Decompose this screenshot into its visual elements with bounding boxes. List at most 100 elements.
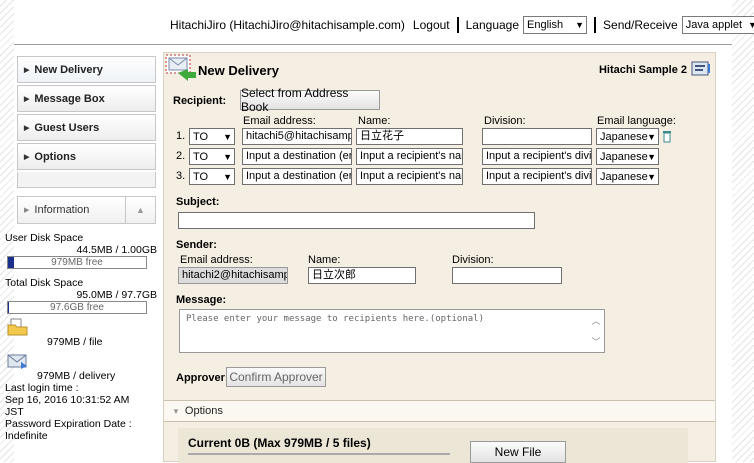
- chevron-down-icon: ▼: [223, 151, 232, 162]
- recipient-name-input[interactable]: 日立花子: [356, 128, 463, 145]
- new-file-button[interactable]: New File: [470, 441, 566, 463]
- scroll-up-icon[interactable]: ︿: [591, 314, 600, 327]
- message-placeholder: Please enter your message to recipients …: [186, 314, 485, 324]
- approver-label: Approver:: [176, 372, 229, 384]
- collapse-up-icon[interactable]: ▲: [125, 197, 155, 223]
- recipient-language-select[interactable]: Japanese ▼: [596, 168, 659, 185]
- sender-name-input[interactable]: 日立次郎: [308, 267, 416, 284]
- recipient-division-input[interactable]: Input a recipient's divi:: [482, 148, 592, 165]
- separator: [594, 17, 597, 33]
- sender-label: Sender:: [176, 239, 217, 251]
- trash-icon[interactable]: [662, 129, 672, 143]
- triangle-right-icon: ▶: [24, 207, 30, 214]
- recipient-email-input[interactable]: Input a destination (er: [242, 168, 352, 185]
- information-header[interactable]: ▶ Information ▲: [17, 196, 156, 224]
- recipient-type-value: TO: [193, 130, 209, 143]
- folder-file-icon: [7, 318, 28, 336]
- recipient-language-select[interactable]: Japanese ▼: [596, 148, 659, 165]
- page-title: New Delivery: [198, 63, 279, 78]
- recipient-name-input[interactable]: Input a recipient's nan: [356, 148, 463, 165]
- language-select[interactable]: English ▼: [523, 16, 588, 34]
- name-column-header: Name:: [358, 115, 391, 127]
- recipient-type-select[interactable]: TO ▼: [189, 128, 235, 145]
- chevron-down-icon: ▼: [748, 20, 754, 30]
- recipient-language-select[interactable]: Japanese ▼: [596, 128, 659, 145]
- sender-email-label: Email address:: [180, 254, 253, 266]
- total-disk-free: 97.6GB free: [50, 302, 104, 313]
- header-divider: [14, 44, 732, 45]
- subject-label: Subject:: [176, 196, 220, 208]
- sidebar-item-label: New Delivery: [34, 63, 103, 76]
- logout-link[interactable]: Logout: [413, 18, 450, 32]
- triangle-right-icon: ▶: [24, 66, 30, 74]
- message-label: Message:: [176, 294, 227, 306]
- select-address-book-button[interactable]: Select from Address Book: [240, 86, 380, 114]
- address-book-icon: [691, 61, 710, 76]
- upload-progress-track: [188, 453, 450, 455]
- message-textarea[interactable]: Please enter your message to recipients …: [179, 309, 605, 353]
- recipient-email-input[interactable]: Input a destination (er: [242, 148, 352, 165]
- confirm-approver-button[interactable]: Confirm Approver: [226, 367, 326, 387]
- user-disk-value: 44.5MB / 1.00GB: [76, 244, 157, 256]
- sender-division-label: Division:: [452, 254, 494, 266]
- user-disk-label: User Disk Space: [5, 232, 84, 244]
- sidebar-spacer: [17, 172, 156, 188]
- sender-division-input[interactable]: [452, 267, 562, 284]
- chevron-down-icon: ▼: [647, 151, 656, 162]
- recipient-email-input[interactable]: hitachi5@hitachisamp: [242, 128, 352, 145]
- recipient-name-input[interactable]: Input a recipient's nan: [356, 168, 463, 185]
- recipient-type-select[interactable]: TO ▼: [189, 168, 235, 185]
- chevron-down-icon: ▼: [223, 171, 232, 182]
- send-receive-select-value: Java applet: [685, 19, 742, 31]
- options-label: Options: [184, 405, 223, 417]
- total-disk-bar: 97.6GB free: [7, 301, 147, 314]
- triangle-right-icon: ▶: [24, 124, 30, 132]
- language-column-header: Email language:: [597, 115, 676, 127]
- right-margin-pattern: [732, 0, 754, 462]
- recipient-division-input[interactable]: [482, 128, 592, 145]
- recipient-type-value: TO: [193, 150, 209, 163]
- language-label: Language: [465, 18, 520, 32]
- recipient-division-input[interactable]: Input a recipient's divi:: [482, 168, 592, 185]
- organization-name: Hitachi Sample 2: [598, 64, 687, 76]
- row-number: 1.: [176, 130, 186, 142]
- password-expiration-value: Indefinite: [5, 430, 48, 442]
- options-toggle[interactable]: ▼ Options: [164, 400, 715, 422]
- textarea-scrollbar[interactable]: ︿ ﹀: [590, 314, 602, 348]
- chevron-down-icon: ▼: [647, 171, 656, 182]
- division-column-header: Division:: [484, 115, 526, 127]
- send-receive-label: Send/Receive: [603, 18, 678, 32]
- sidebar: ▶ New Delivery ▶ Message Box ▶ Guest Use…: [5, 56, 157, 442]
- password-expiration-label: Password Expiration Date :: [5, 418, 132, 430]
- information-panel: User Disk Space 44.5MB / 1.00GB 979MB fr…: [5, 232, 165, 442]
- sidebar-item-guest-users[interactable]: ▶ Guest Users: [17, 114, 156, 141]
- sidebar-item-message-box[interactable]: ▶ Message Box: [17, 85, 156, 112]
- recipient-type-value: TO: [193, 170, 209, 183]
- panel-header: New Delivery Hitachi Sample 2: [164, 53, 715, 85]
- sender-name-label: Name:: [308, 254, 341, 266]
- last-login-label: Last login time :: [5, 382, 79, 394]
- send-receive-select[interactable]: Java applet ▼: [681, 16, 754, 34]
- information-title: ▶ Information: [18, 204, 125, 216]
- current-upload-status: Current 0B (Max 979MB / 5 files): [188, 436, 371, 450]
- per-delivery-limit: 979MB / delivery: [37, 370, 116, 382]
- sender-email-field: hitachi2@hitachisamp: [178, 267, 288, 284]
- envelope-icon: [7, 354, 27, 369]
- triangle-right-icon: ▶: [24, 95, 30, 103]
- user-identity: HitachiJiro (HitachiJiro@hitachisample.c…: [170, 18, 405, 32]
- email-column-header: Email address:: [243, 115, 316, 127]
- chevron-down-icon: ▼: [575, 20, 585, 30]
- sidebar-item-new-delivery[interactable]: ▶ New Delivery: [17, 56, 156, 83]
- total-disk-value: 95.0MB / 97.7GB: [76, 289, 157, 301]
- sidebar-item-label: Options: [34, 150, 76, 163]
- new-delivery-envelope-icon: [165, 54, 196, 81]
- subject-input[interactable]: [178, 212, 535, 229]
- file-upload-area: Current 0B (Max 979MB / 5 files) New Fil…: [178, 428, 688, 463]
- total-disk-label: Total Disk Space: [5, 277, 84, 289]
- new-delivery-panel: New Delivery Hitachi Sample 2 Recipient:…: [163, 52, 716, 463]
- triangle-down-icon: ▼: [172, 406, 180, 416]
- separator: [456, 17, 459, 33]
- recipient-type-select[interactable]: TO ▼: [189, 148, 235, 165]
- scroll-down-icon[interactable]: ﹀: [591, 335, 600, 348]
- sidebar-item-options[interactable]: ▶ Options: [17, 143, 156, 170]
